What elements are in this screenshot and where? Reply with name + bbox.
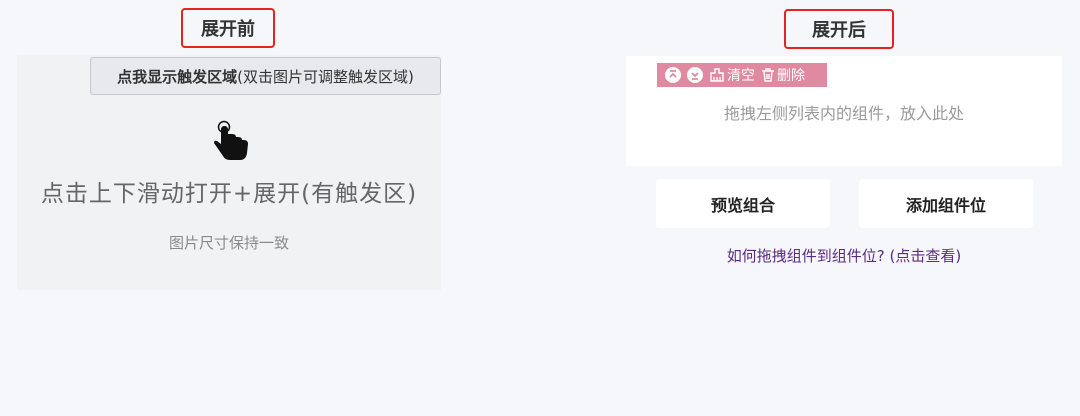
collapse-up-icon[interactable] [665,67,681,83]
add-component-slot-button[interactable]: 添加组件位 [859,179,1033,228]
delete-label: 删除 [777,68,805,84]
drop-zone-hint: 拖拽左侧列表内的组件，放入此处 [723,104,964,123]
clear-button[interactable]: 清空 [709,65,755,85]
preview-main-text: 点击上下滑动打开+展开(有触发区) [40,181,418,207]
delete-button[interactable]: 删除 [761,65,805,85]
show-trigger-area-button[interactable]: 点我显示触发区域 (双击图片可调整触发区域) [90,57,441,95]
drag-help-link[interactable]: 如何拖拽组件到组件位? (点击查看) [626,245,1062,266]
canvas: 展开前 展开后 点我显示触发区域 (双击图片可调整触发区域) 点击上下滑动打开+展… [0,0,1080,416]
trigger-button-bold-text: 点我显示触发区域 [117,67,238,86]
trash-icon [762,68,774,82]
preview-combination-button[interactable]: 预览组合 [656,179,830,228]
clear-label: 清空 [727,68,755,84]
trigger-button-hint-text: (双击图片可调整触发区域) [237,67,414,86]
expand-down-icon[interactable] [687,67,703,83]
preview-sub-text: 图片尺寸保持一致 [168,234,289,252]
component-toolbar: 清空 删除 [657,63,827,87]
label-after: 展开后 [784,9,894,49]
label-before: 展开前 [181,8,275,48]
pointing-hand-icon [214,120,248,160]
broom-icon [710,68,724,82]
